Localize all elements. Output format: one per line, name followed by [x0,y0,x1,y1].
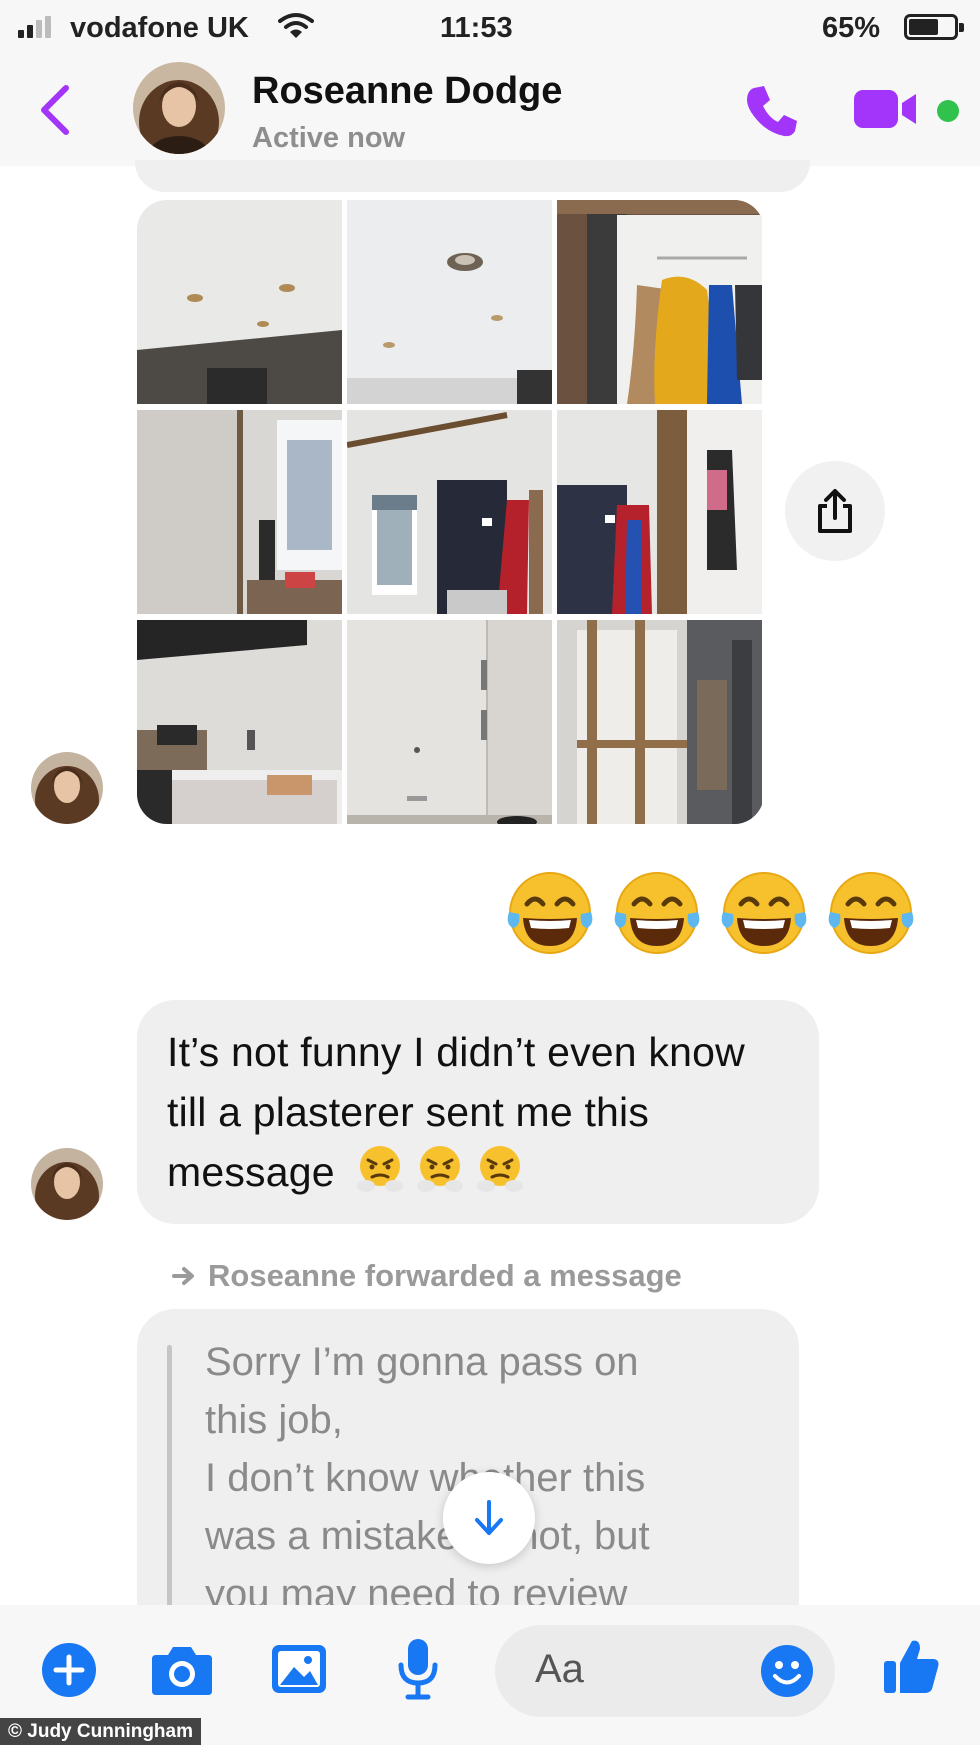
forwarded-line: you may need to review [205,1572,628,1609]
steam-from-nose-icon [417,1146,464,1192]
gallery-icon[interactable] [270,1643,328,1695]
incoming-message-bubble[interactable]: It’s not funny I didn’t even know till a… [137,1000,819,1224]
photo-coats-on-door[interactable] [557,200,762,404]
plus-icon[interactable] [40,1641,98,1699]
scroll-to-bottom-button[interactable] [443,1472,535,1564]
tears-of-joy-icon [614,872,700,954]
forwarded-line: this job, [205,1398,343,1442]
photo-stud-wall[interactable] [557,620,762,824]
emoji-picker-icon[interactable] [759,1643,815,1699]
quote-bar [167,1345,172,1609]
sender-avatar[interactable] [31,1148,103,1220]
battery-percent: 65% [822,12,881,44]
contact-name[interactable]: Roseanne Dodge [252,70,562,113]
tears-of-joy-icon [721,872,807,954]
tears-of-joy-icon [828,872,914,954]
photo-credit: © Judy Cunningham [0,1718,201,1745]
photo-plastered-wall[interactable] [347,620,552,824]
thumbs-up-icon[interactable] [880,1635,942,1697]
carrier-name: vodafone UK [70,12,249,44]
message-input-placeholder: Aa [535,1647,584,1691]
forwarded-line: Sorry I’m gonna pass on [205,1340,639,1384]
arrow-down-icon [475,1500,503,1535]
signal-strength-icon [18,16,51,38]
forwarded-label: Roseanne forwarded a message [172,1258,682,1294]
message-input[interactable]: Aa [495,1625,835,1717]
share-button[interactable] [785,461,885,561]
sender-avatar[interactable] [31,752,103,824]
wifi-icon [278,13,314,38]
photo-room-door[interactable] [557,410,762,614]
camera-icon[interactable] [150,1643,214,1697]
forward-arrow-icon [172,1267,194,1285]
sent-emoji-message[interactable] [505,868,916,958]
photo-bedroom-tv[interactable] [137,620,342,824]
phone-icon[interactable] [742,82,800,140]
share-icon [818,489,852,533]
contact-avatar[interactable] [133,62,225,154]
status-time: 11:53 [440,12,513,44]
conversation-header: Roseanne Dodge Active now [0,56,980,166]
battery-icon [904,14,964,40]
status-bar: vodafone UK 11:53 65% [0,0,980,56]
photo-wall-timber[interactable] [137,410,342,614]
steam-from-nose-icon [357,1146,404,1192]
forwarded-message-bubble[interactable]: Sorry I’m gonna pass on this job, I don’… [137,1309,799,1609]
back-chevron-icon[interactable] [38,84,72,136]
photo-downlight[interactable] [347,200,552,404]
photo-grid[interactable] [137,200,764,824]
video-camera-icon[interactable] [852,88,922,130]
previous-message-bubble [135,160,810,192]
forward-note-text: Roseanne forwarded a message [208,1258,682,1293]
microphone-icon[interactable] [398,1637,438,1701]
photo-room-window[interactable] [347,410,552,614]
forwarded-message-text: Sorry I’m gonna pass on this job, I don’… [205,1333,785,1609]
steam-from-nose-icon [477,1146,524,1192]
active-indicator [937,100,959,122]
photo-ceiling-lights[interactable] [137,200,342,404]
tears-of-joy-icon [507,872,593,954]
active-status: Active now [252,122,406,154]
